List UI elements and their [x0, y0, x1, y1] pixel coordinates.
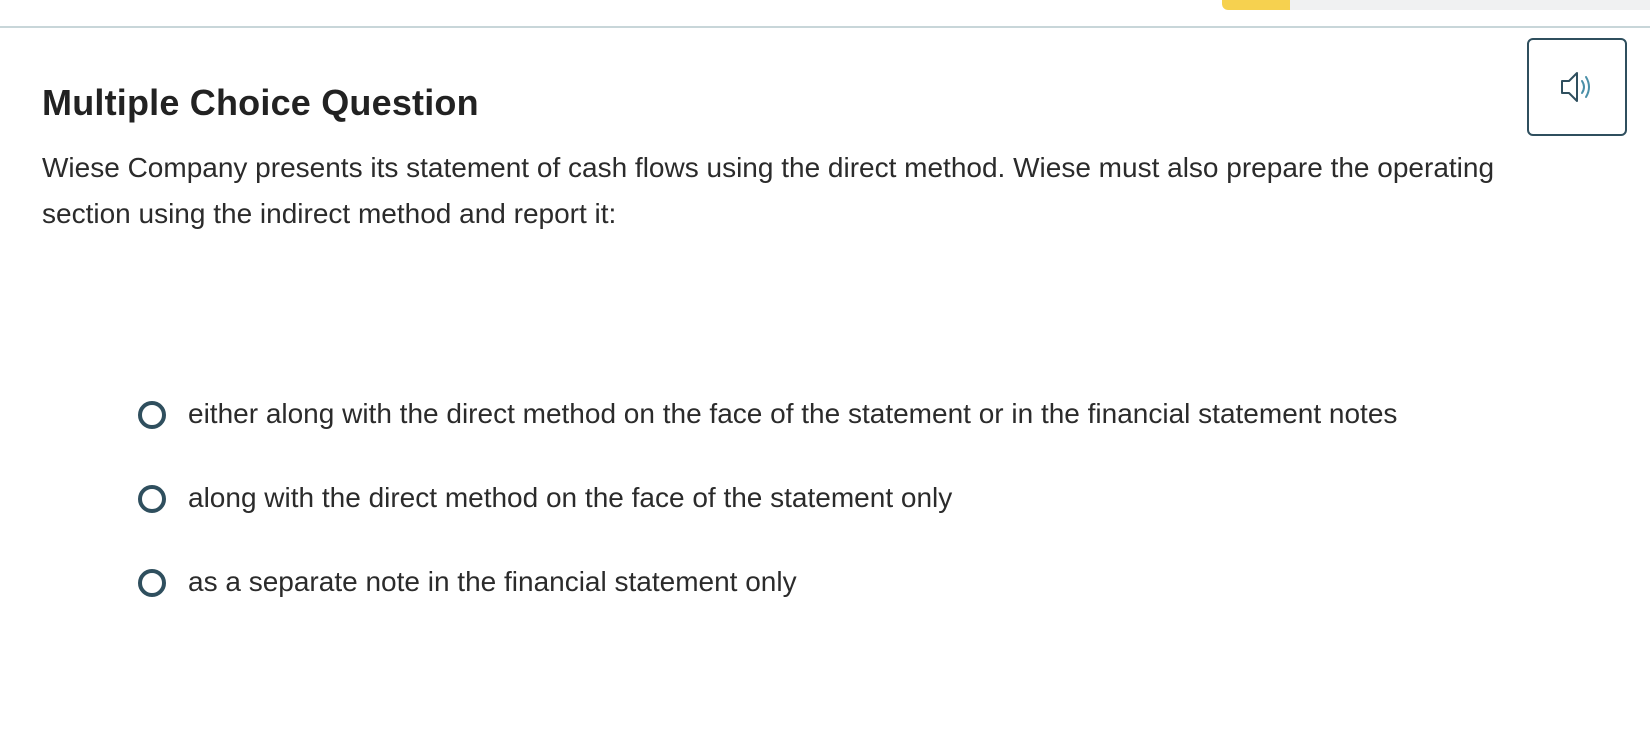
radio-button[interactable]: [138, 485, 166, 513]
radio-button[interactable]: [138, 401, 166, 429]
answer-option-label: along with the direct method on the face…: [188, 482, 953, 513]
answer-option-3[interactable]: as a separate note in the financial stat…: [138, 564, 1618, 648]
answer-options: either along with the direct method on t…: [138, 396, 1618, 648]
header-divider: [0, 26, 1650, 28]
answer-option-1[interactable]: either along with the direct method on t…: [138, 396, 1618, 480]
page-title: Multiple Choice Question: [42, 82, 479, 124]
read-aloud-button[interactable]: [1527, 38, 1627, 136]
question-page: Multiple Choice Question Wiese Company p…: [0, 0, 1650, 734]
progress-bar: [1222, 0, 1650, 10]
question-prompt: Wiese Company presents its statement of …: [42, 152, 1495, 229]
answer-option-2[interactable]: along with the direct method on the face…: [138, 480, 1618, 564]
progress-fill: [1222, 0, 1291, 10]
answer-option-label: either along with the direct method on t…: [188, 398, 1398, 429]
speaker-icon: [1561, 72, 1590, 102]
radio-button[interactable]: [138, 569, 166, 597]
answer-option-label: as a separate note in the financial stat…: [188, 566, 797, 597]
